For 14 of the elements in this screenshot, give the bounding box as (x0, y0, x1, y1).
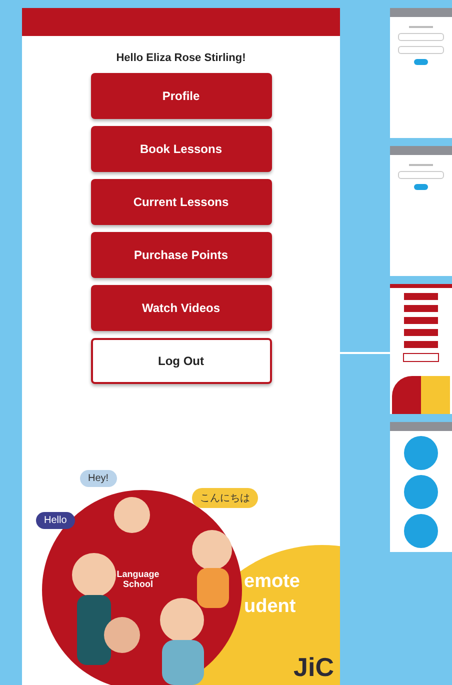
menu-button[interactable]: Profile (90, 73, 272, 119)
menu-button[interactable]: Current Lessons (90, 179, 272, 225)
menu-button[interactable]: Watch Videos (90, 285, 272, 331)
greeting-text: Hello Eliza Rose Stirling! (116, 52, 246, 64)
title-text: emote (244, 570, 300, 594)
speech-bubble: Hello (36, 512, 75, 529)
sign-text: Language School (116, 570, 160, 590)
logo-text: JiC (294, 652, 334, 683)
menu-button[interactable]: Log Out (90, 338, 272, 384)
speech-bubble: Hey! (80, 470, 117, 487)
menu-button[interactable]: Book Lessons (90, 126, 272, 172)
speech-bubble: こんにちは (192, 488, 258, 508)
menu-button[interactable]: Purchase Points (90, 232, 272, 278)
title-text: udent (244, 594, 297, 619)
